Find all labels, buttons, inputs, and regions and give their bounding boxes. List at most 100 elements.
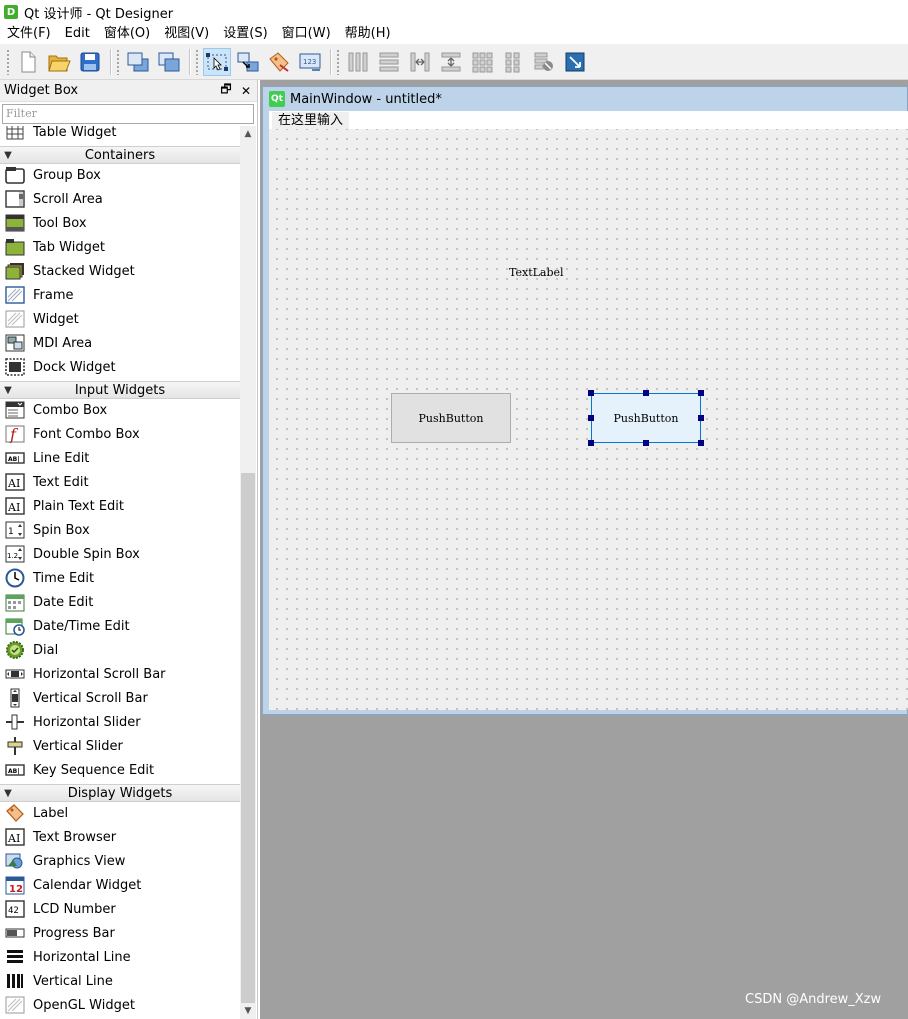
bring-to-front-button[interactable] [155,48,183,76]
widget-box-item[interactable]: Tool Box [0,211,240,235]
date-time-edit-icon [5,616,25,636]
edit-buddies-button[interactable] [265,48,293,76]
resize-handle[interactable] [698,390,704,396]
widget-box-item[interactable]: OpenGL Widget [0,993,240,1017]
form-canvas[interactable]: 在这里输入 TextLabel PushButton PushButton [269,111,908,710]
tab-widget-icon [5,237,25,257]
widget-box-item[interactable]: Time Edit [0,566,240,590]
resize-handle[interactable] [643,440,649,446]
edit-widgets-button[interactable] [203,47,231,76]
menu-file[interactable]: 文件(F) [0,24,58,44]
widget-box-item[interactable]: Vertical Scroll Bar [0,686,240,710]
adjust-size-button[interactable] [561,48,589,76]
widget-box-item[interactable]: AI Plain Text Edit [0,494,240,518]
widget-box-item[interactable]: Group Box [0,163,240,187]
widget-icon [5,309,25,329]
toolbar-separator [110,48,111,75]
category-header[interactable]: ▼ Containers [0,146,240,164]
widget-box-item-label: Stacked Widget [33,263,135,279]
filter-input[interactable]: Filter [2,104,254,124]
close-dock-icon[interactable]: ✕ [237,84,255,98]
layout-h-splitter-button[interactable] [406,48,434,76]
widget-box-item[interactable]: Date Edit [0,590,240,614]
push-button-1[interactable]: PushButton [391,393,511,443]
widget-box-item[interactable]: Stacked Widget [0,259,240,283]
menu-window[interactable]: 窗口(W) [275,24,338,44]
widget-box-item[interactable]: f Font Combo Box [0,422,240,446]
widget-box-item[interactable]: Horizontal Slider [0,710,240,734]
widget-box-item[interactable]: Label [0,801,240,825]
widget-box-item[interactable]: MDI Area [0,331,240,355]
text-label-widget[interactable]: TextLabel [509,266,564,279]
widget-box-scrollbar[interactable]: ▲ ▼ [240,126,256,1019]
layout-horizontal-button[interactable] [344,48,372,76]
layout-v-splitter-button[interactable] [437,48,465,76]
layout-vertical-button[interactable] [375,48,403,76]
widget-box-item[interactable]: Graphics View [0,849,240,873]
edit-signals-slots-button[interactable] [234,48,262,76]
widget-box-item[interactable]: AB| Key Sequence Edit [0,758,240,782]
widget-box-item[interactable]: 42 LCD Number [0,897,240,921]
widget-box-item-label: Font Combo Box [33,426,140,442]
category-header[interactable]: ▼ Display Widgets [0,784,240,802]
widget-box-item[interactable]: Tab Widget [0,235,240,259]
widget-box-item[interactable]: Frame [0,283,240,307]
toolbar-grip[interactable] [336,48,340,75]
break-layout-icon [534,52,553,71]
break-layout-button[interactable] [530,48,558,76]
toolbar-grip[interactable] [195,48,199,75]
layout-form-button[interactable] [499,48,527,76]
menu-form[interactable]: 窗体(O) [97,24,157,44]
widget-box-item[interactable]: AB| Line Edit [0,446,240,470]
send-to-back-button[interactable] [124,48,152,76]
menu-edit[interactable]: Edit [58,24,97,44]
widget-box-item[interactable]: AI Text Edit [0,470,240,494]
toolbar-grip[interactable] [6,48,10,75]
widget-box-item[interactable]: Combo Box [0,398,240,422]
resize-handle[interactable] [588,440,594,446]
category-header[interactable]: ▼ Input Widgets [0,381,240,399]
widget-box-item[interactable]: Vertical Slider [0,734,240,758]
widget-box-item[interactable]: Dial [0,638,240,662]
main-toolbar: 123 [0,44,908,80]
push-button-2-selected[interactable]: PushButton [591,393,701,443]
menu-settings[interactable]: 设置(S) [216,24,274,44]
widget-box-item[interactable]: Scroll Area [0,187,240,211]
widget-box-item[interactable]: Table Widget [0,126,240,144]
widget-box-item[interactable]: 1 Spin Box [0,518,240,542]
widget-box-item[interactable]: Date/Time Edit [0,614,240,638]
new-file-button[interactable] [14,48,42,76]
scrollbar-thumb[interactable] [241,473,255,1003]
widget-box-item[interactable]: Widget [0,307,240,331]
form-subwindow-title-bar[interactable]: Qt MainWindow - untitled* [263,87,908,111]
widget-box-item[interactable]: Vertical Line [0,969,240,993]
resize-handle[interactable] [588,415,594,421]
widget-box-item[interactable]: Horizontal Line [0,945,240,969]
menu-help[interactable]: 帮助(H) [338,24,398,44]
bring-to-front-icon [158,52,180,71]
scroll-down-arrow-icon[interactable]: ▼ [240,1003,256,1019]
widget-box-item-label: Text Edit [33,474,89,490]
resize-handle[interactable] [698,415,704,421]
resize-handle[interactable] [643,390,649,396]
widget-box-item[interactable]: 12 Calendar Widget [0,873,240,897]
menu-view[interactable]: 视图(V) [157,24,216,44]
toolbar-grip[interactable] [116,48,120,75]
save-button[interactable] [76,48,104,76]
menu-type-here[interactable]: 在这里输入 [272,112,350,129]
send-to-back-icon [127,52,149,71]
widget-box-item-label: Table Widget [33,126,117,140]
resize-handle[interactable] [698,440,704,446]
widget-box-item[interactable]: 1.2 Double Spin Box [0,542,240,566]
open-file-button[interactable] [45,48,73,76]
widget-box-item[interactable]: AI Text Browser [0,825,240,849]
widget-box-item-label: Combo Box [33,402,108,418]
widget-box-item[interactable]: Dock Widget [0,355,240,379]
layout-grid-button[interactable] [468,48,496,76]
edit-tab-order-button[interactable]: 123 [296,48,324,76]
float-dock-icon[interactable]: 🗗 [217,80,235,101]
widget-box-item[interactable]: Progress Bar [0,921,240,945]
scroll-up-arrow-icon[interactable]: ▲ [240,126,256,142]
widget-box-item[interactable]: Horizontal Scroll Bar [0,662,240,686]
resize-handle[interactable] [588,390,594,396]
